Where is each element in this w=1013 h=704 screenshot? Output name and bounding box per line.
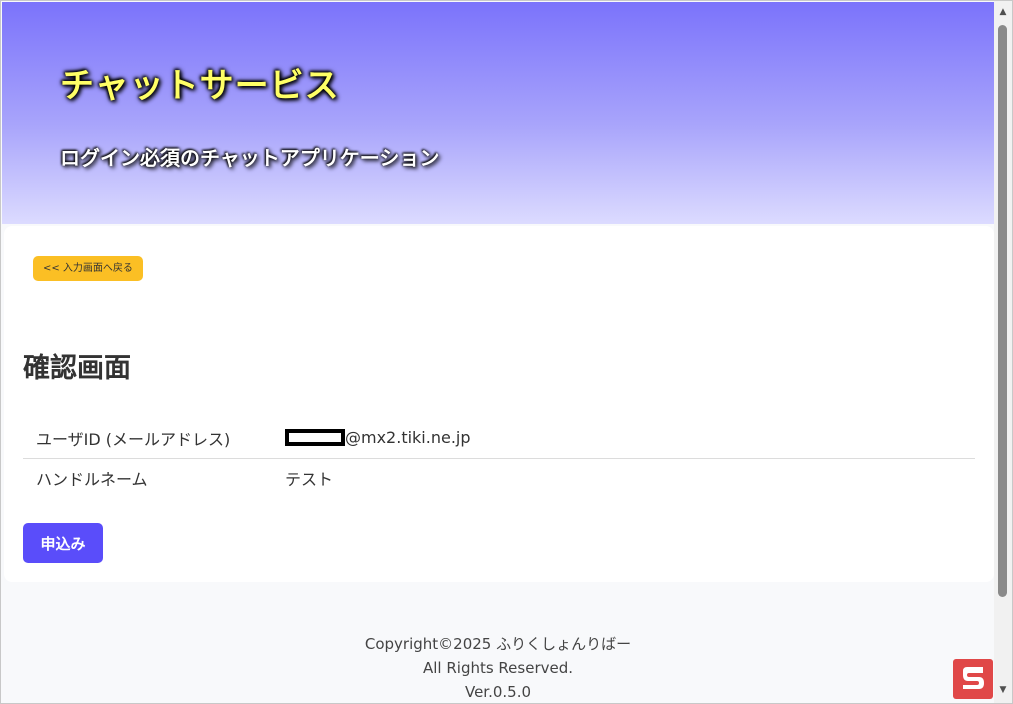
- site-header: チャットサービス ログイン必須のチャットアプリケーション: [2, 2, 994, 224]
- site-title: チャットサービス: [60, 66, 340, 106]
- footer-rights: All Rights Reserved.: [422, 659, 574, 677]
- scroll-down-arrow-icon[interactable]: ▼: [994, 681, 1012, 699]
- footer-version: Ver.0.5.0: [464, 683, 532, 701]
- app-logo-icon[interactable]: [953, 659, 993, 699]
- confirm-table: ユーザID (メールアドレス) @mx2.tiki.ne.jp ハンドルネーム …: [23, 418, 975, 498]
- confirm-card: << 入力画面へ戻る 確認画面 ユーザID (メールアドレス) @mx2.tik…: [4, 226, 994, 582]
- vertical-scrollbar[interactable]: ▲ ▼: [994, 1, 1012, 703]
- site-subtitle: ログイン必須のチャットアプリケーション: [60, 146, 440, 170]
- redacted-block: [285, 429, 345, 447]
- site-footer: Copyright©2025 ふりくしょんりばー All Rights Rese…: [2, 632, 994, 703]
- user-id-label: ユーザID (メールアドレス): [23, 418, 273, 459]
- handle-name-value: テスト: [285, 470, 334, 490]
- scroll-up-arrow-icon[interactable]: ▲: [994, 3, 1012, 21]
- table-row-user-id: ユーザID (メールアドレス) @mx2.tiki.ne.jp: [23, 418, 975, 459]
- user-id-value: @mx2.tiki.ne.jp: [345, 428, 471, 448]
- browser-frame: チャットサービス ログイン必須のチャットアプリケーション << 入力画面へ戻る …: [0, 0, 1013, 704]
- table-row-handle-name: ハンドルネーム テスト: [23, 458, 975, 498]
- page-title: 確認画面: [23, 353, 131, 384]
- footer-copyright: Copyright©2025 ふりくしょんりばー: [364, 635, 632, 653]
- scrollbar-thumb[interactable]: [998, 25, 1007, 597]
- submit-button[interactable]: 申込み: [23, 523, 103, 563]
- handle-name-label: ハンドルネーム: [36, 470, 148, 490]
- back-to-input-button[interactable]: << 入力画面へ戻る: [33, 256, 143, 281]
- user-id-value-cell: @mx2.tiki.ne.jp: [273, 418, 975, 459]
- page-viewport: チャットサービス ログイン必須のチャットアプリケーション << 入力画面へ戻る …: [2, 2, 994, 703]
